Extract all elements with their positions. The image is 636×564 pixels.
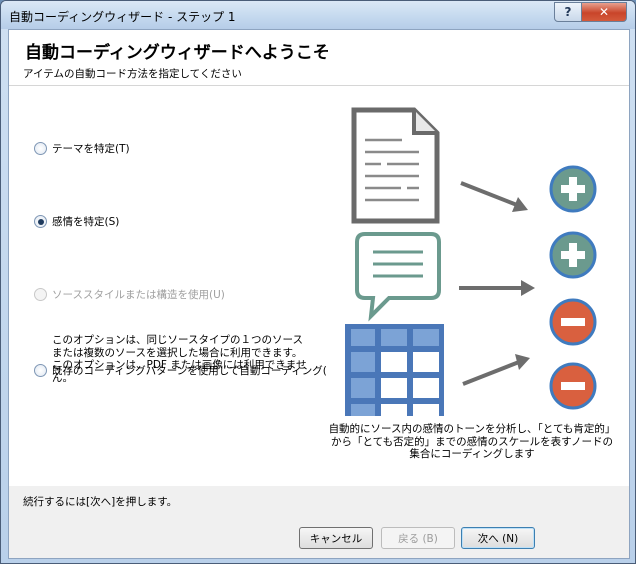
document-icon — [351, 107, 440, 224]
speech-bubble-icon — [355, 232, 441, 322]
plus-circle-icon — [549, 231, 597, 279]
page-subtitle: アイテムの自動コード方法を指定してください — [23, 68, 242, 80]
wizard-content: テーマを特定(T) 感情を特定(S) ソーススタイルまたは構造を使用(U) この… — [9, 86, 629, 486]
arrow-2 — [459, 280, 535, 296]
plus-circle-icon — [549, 165, 597, 213]
wizard-window: 自動コーディングウィザード - ステップ 1 ? ✕ 自動コーディングウィザード… — [0, 0, 636, 564]
cancel-button[interactable]: キャンセル — [299, 527, 373, 549]
minus-circle-icon — [549, 298, 597, 346]
back-button[interactable]: 戻る (B) — [381, 527, 455, 549]
footer-hint: 続行するには[次へ]を押します。 — [23, 496, 178, 508]
arrow-3 — [462, 354, 530, 386]
window-title: 自動コーディングウィザード - ステップ 1 — [9, 10, 236, 24]
help-button[interactable]: ? — [554, 2, 582, 22]
arrow-1 — [460, 181, 528, 212]
minus-circle-icon — [549, 362, 597, 410]
dataset-table-icon — [345, 324, 444, 416]
close-button[interactable]: ✕ — [581, 2, 627, 22]
wizard-header: 自動コーディングウィザードへようこそ アイテムの自動コード方法を指定してください — [9, 30, 629, 86]
title-bar[interactable]: 自動コーディングウィザード - ステップ 1 ? ✕ — [1, 1, 635, 29]
illustration-caption: 自動的にソース内の感情のトーンを分析し、「とても肯定的」から「とても否定的」まで… — [328, 423, 616, 460]
next-button[interactable]: 次へ (N) — [461, 527, 535, 549]
dialog-client: 自動コーディングウィザードへようこそ アイテムの自動コード方法を指定してください… — [8, 29, 630, 559]
page-title: 自動コーディングウィザードへようこそ — [25, 43, 330, 63]
